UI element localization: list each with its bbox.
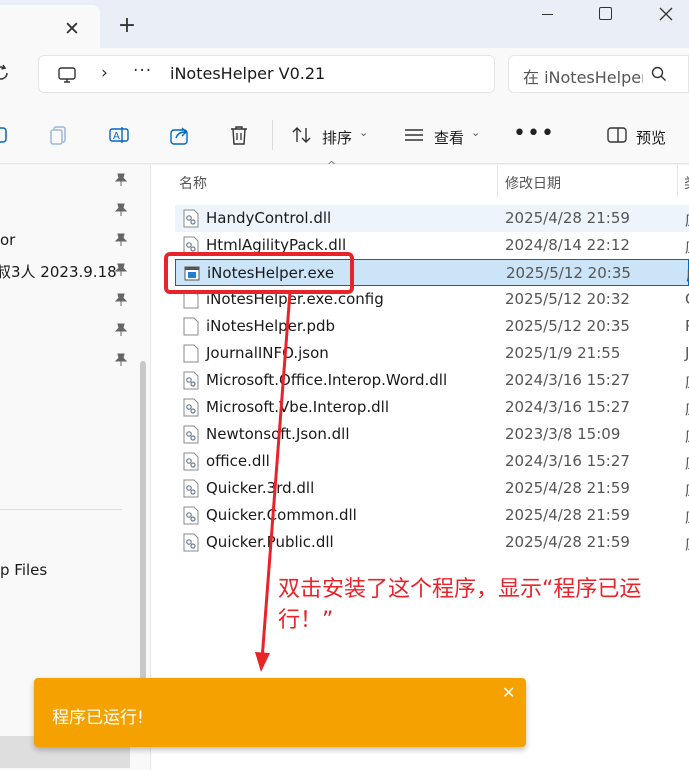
annotation-arrow	[255, 291, 292, 672]
toast-message: 程序已运行!	[52, 708, 144, 728]
toast-close-icon[interactable]: ✕	[502, 683, 515, 702]
toast-notification: 程序已运行! ✕	[34, 678, 526, 747]
annotation-text: 双击安装了这个程序，显示“程序已运行！”	[278, 577, 642, 633]
file-explorer-window: ✕ + › ··· iNotesHelper V0.21 在 iNotesHel…	[0, 0, 689, 770]
